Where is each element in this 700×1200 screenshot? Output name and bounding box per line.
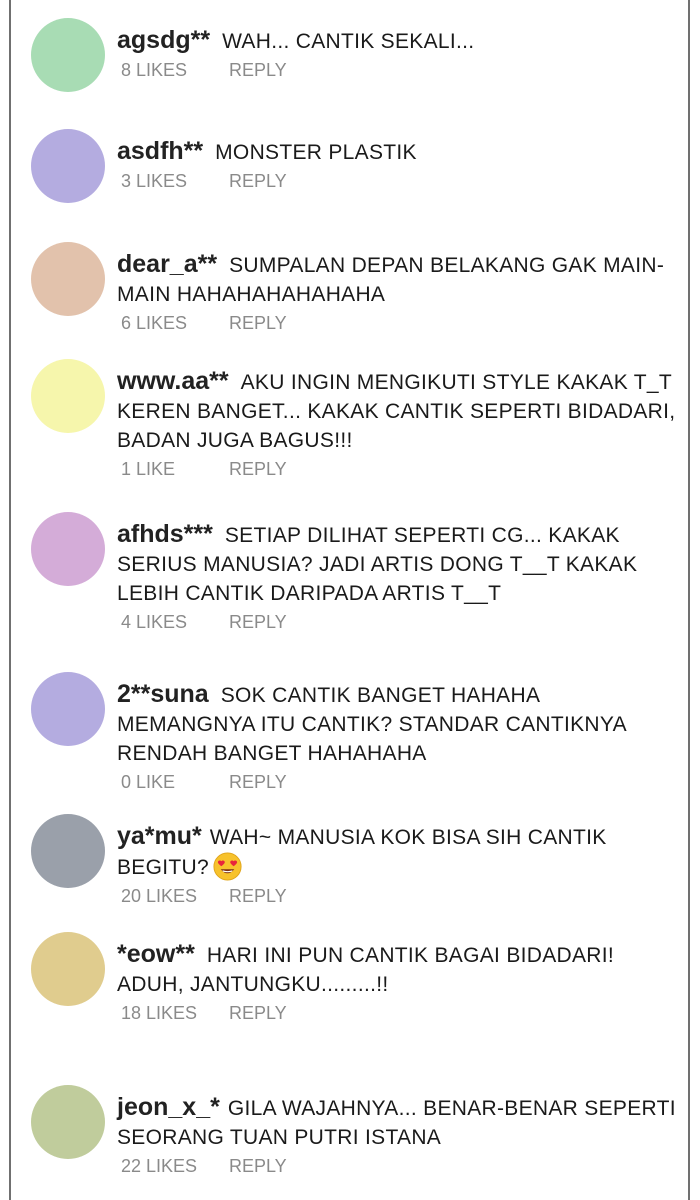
reply-button[interactable]: REPLY xyxy=(229,168,287,194)
comment-text-block: dear_a** SUMPALAN DEPAN BELAKANG GAK MAIN… xyxy=(117,250,680,309)
comment-text-block: *eow** HARI INI PUN CANTIK BAGAI BIDADARI… xyxy=(117,940,680,999)
heart-eyes-emoji-icon xyxy=(213,852,242,881)
reply-button[interactable]: REPLY xyxy=(229,769,287,795)
comment-panel: agsdg** WAH... CANTIK SEKALI... 8 LIKES RE… xyxy=(9,0,690,1200)
reply-button[interactable]: REPLY xyxy=(229,883,287,909)
reply-button[interactable]: REPLY xyxy=(229,456,287,482)
avatar[interactable] xyxy=(31,814,105,888)
avatar[interactable] xyxy=(31,1085,105,1159)
like-count[interactable]: 6 LIKES xyxy=(117,310,229,336)
comment-username[interactable]: jeon_x_* xyxy=(117,1093,220,1121)
avatar[interactable] xyxy=(31,359,105,433)
comment-text-block: afhds*** SETIAP DILIHAT SEPERTI CG... KAK… xyxy=(117,520,680,608)
comment-meta: 22 LIKES REPLY xyxy=(117,1153,680,1179)
like-count[interactable]: 8 LIKES xyxy=(117,57,229,83)
comment-text-block: agsdg** WAH... CANTIK SEKALI... xyxy=(117,26,680,56)
comment-username[interactable]: www.aa** xyxy=(117,367,229,395)
comment-username[interactable]: 2**suna xyxy=(117,680,209,708)
reply-button[interactable]: REPLY xyxy=(229,609,287,635)
comment-username[interactable]: dear_a** xyxy=(117,250,217,278)
avatar[interactable] xyxy=(31,18,105,92)
like-count[interactable]: 22 LIKES xyxy=(117,1153,229,1179)
comment-meta: 4 LIKES REPLY xyxy=(117,609,680,635)
comment-text-block: ya*mu* WAH~ MANUSIA KOK BISA SIH CANTIK B… xyxy=(117,822,680,882)
comment-meta: 0 LIKE REPLY xyxy=(117,769,680,795)
comment-text-block: asdfh** MONSTER PLASTIK xyxy=(117,137,680,167)
like-count[interactable]: 4 LIKES xyxy=(117,609,229,635)
comment-text: MONSTER PLASTIK xyxy=(215,141,417,164)
comment-meta: 18 LIKES REPLY xyxy=(117,1000,680,1026)
comment-username[interactable]: asdfh** xyxy=(117,137,203,165)
reply-button[interactable]: REPLY xyxy=(229,57,287,83)
comment-username[interactable]: agsdg** xyxy=(117,26,210,54)
comment-username[interactable]: ya*mu* xyxy=(117,822,202,850)
avatar[interactable] xyxy=(31,512,105,586)
avatar[interactable] xyxy=(31,129,105,203)
like-count[interactable]: 3 LIKES xyxy=(117,168,229,194)
like-count[interactable]: 20 LIKES xyxy=(117,883,229,909)
comment-meta: 3 LIKES REPLY xyxy=(117,168,680,194)
comment-meta: 20 LIKES REPLY xyxy=(117,883,680,909)
reply-button[interactable]: REPLY xyxy=(229,310,287,336)
comment-text-block: www.aa** AKU INGIN MENGIKUTI STYLE KAKAK … xyxy=(117,367,680,455)
like-count[interactable]: 0 LIKE xyxy=(117,769,229,795)
comment-text: WAH... CANTIK SEKALI... xyxy=(222,30,475,53)
comment-meta: 6 LIKES REPLY xyxy=(117,310,680,336)
avatar[interactable] xyxy=(31,932,105,1006)
reply-button[interactable]: REPLY xyxy=(229,1153,287,1179)
reply-button[interactable]: REPLY xyxy=(229,1000,287,1026)
comment-meta: 8 LIKES REPLY xyxy=(117,57,680,83)
comment-text-block: jeon_x_* GILA WAJAHNYA... BENAR-BENAR SEP… xyxy=(117,1093,680,1152)
comment-meta: 1 LIKE REPLY xyxy=(117,456,680,482)
avatar[interactable] xyxy=(31,242,105,316)
comment-username[interactable]: afhds*** xyxy=(117,520,213,548)
comment-text-block: 2**suna SOK CANTIK BANGET HAHAHA MEMANGNY… xyxy=(117,680,680,768)
like-count[interactable]: 1 LIKE xyxy=(117,456,229,482)
avatar[interactable] xyxy=(31,672,105,746)
comment-username[interactable]: *eow** xyxy=(117,940,195,968)
like-count[interactable]: 18 LIKES xyxy=(117,1000,229,1026)
